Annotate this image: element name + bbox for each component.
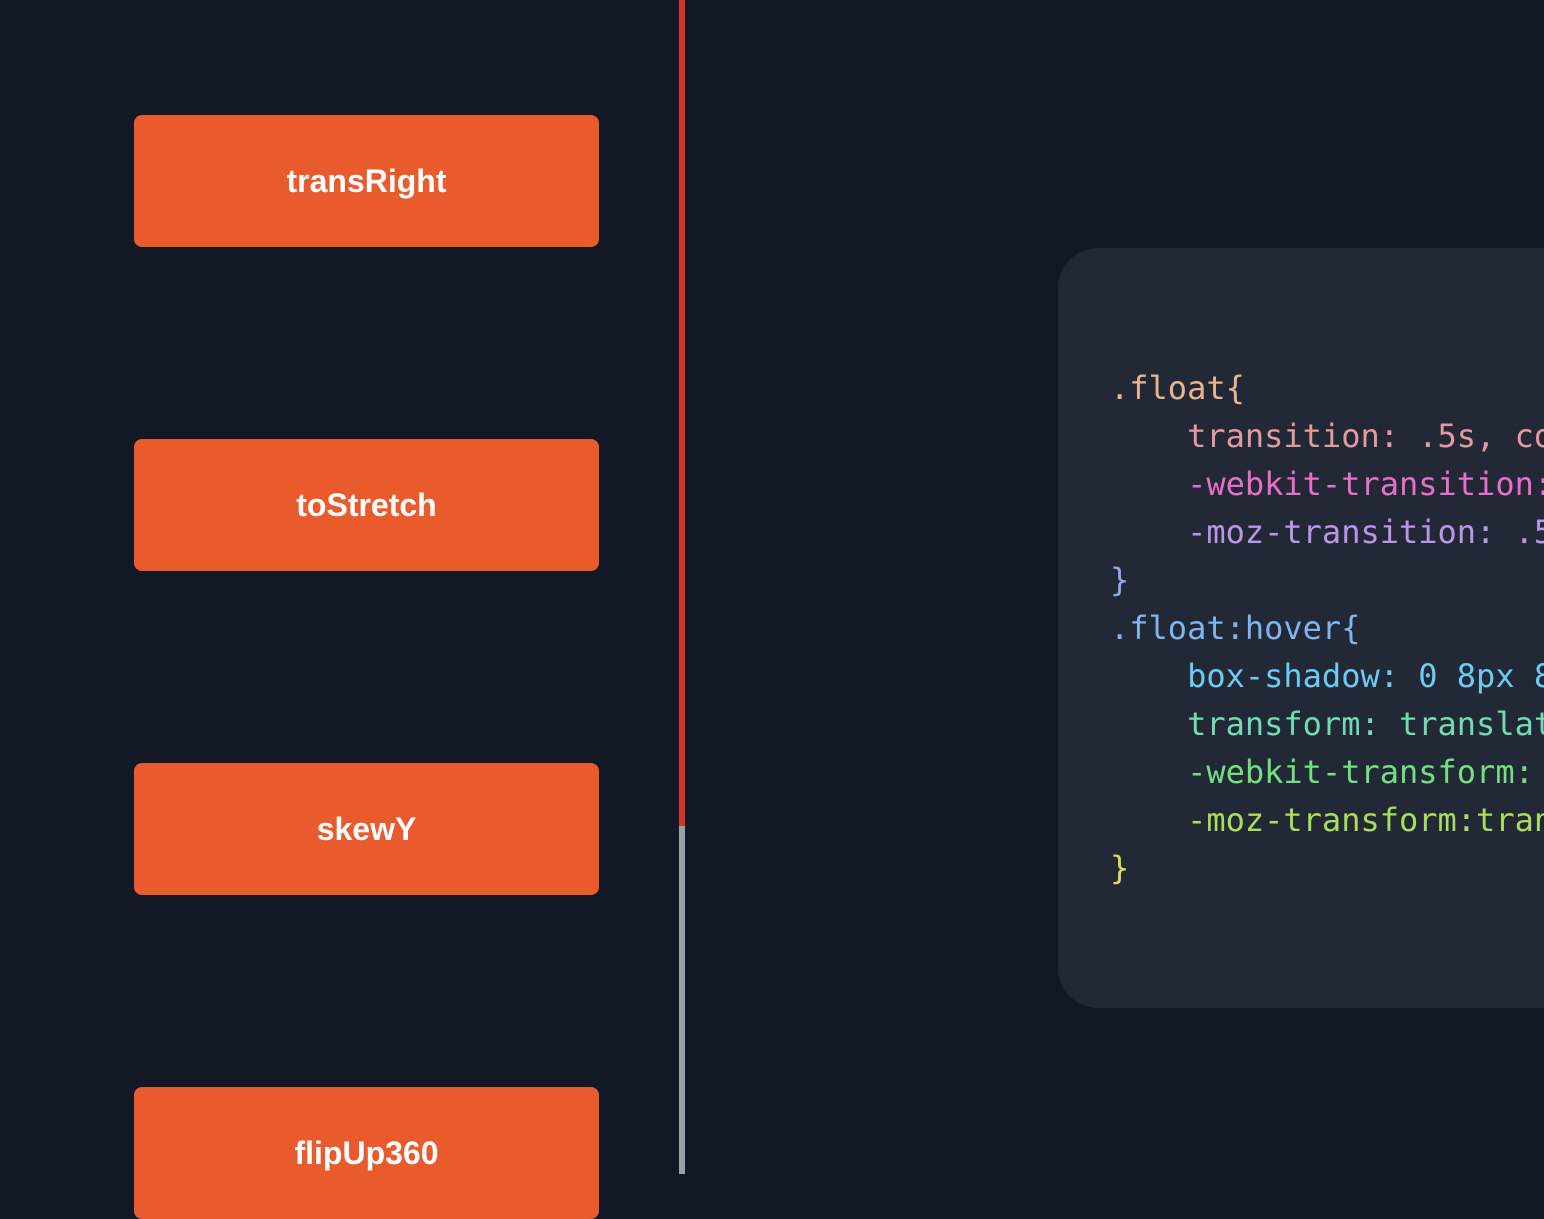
code-line: -moz-transition: .5: [1110, 513, 1544, 551]
transright-button[interactable]: transRight: [134, 115, 599, 247]
code-line: -webkit-transition:: [1110, 465, 1544, 503]
code-line: }: [1110, 561, 1130, 599]
code-line: -webkit-transform:: [1110, 753, 1534, 791]
code-line: .float{: [1110, 369, 1245, 407]
skewy-button[interactable]: skewY: [134, 763, 599, 895]
code-line: transform: translat: [1110, 705, 1544, 743]
code-line: transition: .5s, co: [1110, 417, 1544, 455]
sidebar: transRight toStretch skewY flipUp360: [0, 0, 679, 1219]
code-block: .float{ transition: .5s, co -webkit-tran…: [1110, 364, 1544, 892]
scrollbar-track: [679, 826, 685, 1174]
code-line: box-shadow: 0 8px 8: [1110, 657, 1544, 695]
scrollbar-thumb[interactable]: [679, 0, 685, 826]
code-panel: .float{ transition: .5s, co -webkit-tran…: [1058, 248, 1544, 1008]
sidebar-scrollbar[interactable]: [679, 0, 685, 1174]
flipup360-button[interactable]: flipUp360: [134, 1087, 599, 1219]
code-line: .float:hover{: [1110, 609, 1361, 647]
code-line: -moz-transform:tran: [1110, 801, 1544, 839]
tostretch-button[interactable]: toStretch: [134, 439, 599, 571]
code-line: }: [1110, 849, 1130, 887]
